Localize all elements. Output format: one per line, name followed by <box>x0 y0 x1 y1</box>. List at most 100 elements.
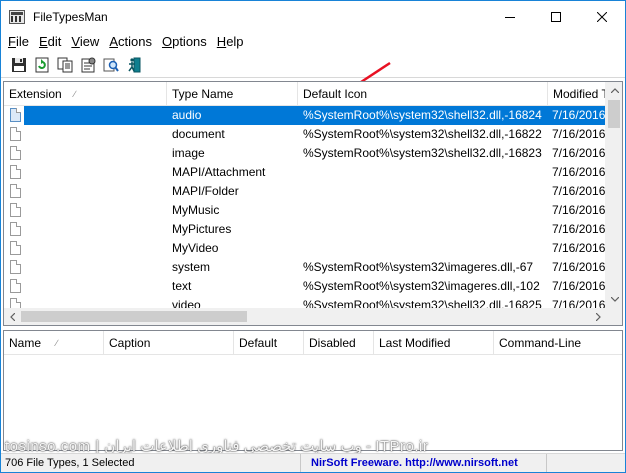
refresh-button[interactable] <box>30 54 53 76</box>
menu-help[interactable]: Help <box>212 32 249 52</box>
col-header-extension-label: Extension <box>9 87 62 101</box>
col-header-type-name[interactable]: Type Name <box>167 82 298 106</box>
find-icon <box>103 58 119 72</box>
minimize-button[interactable] <box>487 1 533 32</box>
exit-button[interactable] <box>122 54 145 76</box>
scroll-up-icon[interactable] <box>606 82 622 99</box>
col-header-default-icon[interactable]: Default Icon <box>298 82 548 106</box>
vertical-scroll-thumb[interactable] <box>608 100 620 128</box>
menu-actions[interactable]: Actions <box>104 32 157 52</box>
table-row[interactable]: text %SystemRoot%\system32\imageres.dll,-… <box>4 277 622 296</box>
save-button[interactable] <box>7 54 30 76</box>
table-row[interactable]: MAPI/Attachment 7/16/2016 <box>4 163 622 182</box>
cell-type-name: text <box>172 279 192 293</box>
cell-type-name: MyPictures <box>172 222 232 236</box>
col-header-disabled[interactable]: Disabled <box>304 331 374 355</box>
table-row[interactable]: MyPictures 7/16/2016 <box>4 220 622 239</box>
cell-modified: 7/16/2016 <box>552 222 606 236</box>
file-type-icon <box>10 222 21 236</box>
file-types-list[interactable]: Extension ∕ Type Name Default Icon Modifi… <box>3 81 623 326</box>
cell-default-icon: %SystemRoot%\system32\imageres.dll,-67 <box>303 260 534 274</box>
file-type-icon <box>10 260 21 274</box>
table-row[interactable]: MAPI/Folder 7/16/2016 <box>4 182 622 201</box>
cell-extension <box>26 277 166 296</box>
actions-header: Name ∕ Caption Default Disabled Last Modi… <box>4 331 622 355</box>
col-header-caption[interactable]: Caption <box>104 331 234 355</box>
table-row[interactable]: document %SystemRoot%\system32\shell32.dl… <box>4 125 622 144</box>
cell-default-icon: %SystemRoot%\system32\shell32.dll,-16824 <box>303 108 542 122</box>
window-title: FileTypesMan <box>33 9 108 24</box>
col-header-command-line-label: Command-Line <box>499 336 582 350</box>
file-types-header: Extension ∕ Type Name Default Icon Modifi… <box>4 82 622 106</box>
menu-help-accel: H <box>216 34 227 49</box>
window-controls <box>487 1 625 32</box>
cell-type-name: MAPI/Folder <box>172 184 239 198</box>
file-type-icon <box>10 127 21 141</box>
menu-file[interactable]: File <box>3 32 34 52</box>
title-bar[interactable]: FileTypesMan <box>1 1 625 32</box>
col-header-name[interactable]: Name ∕ <box>4 331 104 355</box>
properties-button[interactable] <box>76 54 99 76</box>
cell-extension <box>26 220 166 239</box>
cell-type-name: image <box>172 146 205 160</box>
app-icon <box>9 9 25 24</box>
col-header-type-name-label: Type Name <box>172 87 234 101</box>
actions-list[interactable]: Name ∕ Caption Default Disabled Last Modi… <box>3 330 623 451</box>
cell-default-icon <box>303 182 547 201</box>
cell-type-name: MyMusic <box>172 203 220 217</box>
horizontal-scrollbar[interactable] <box>4 308 607 325</box>
file-type-icon <box>10 108 21 122</box>
nirsoft-link[interactable]: NirSoft Freeware. http://www.nirsoft.net <box>301 454 547 472</box>
maximize-button[interactable] <box>533 1 579 32</box>
horizontal-scroll-thumb[interactable] <box>21 311 247 322</box>
file-type-icon <box>10 203 21 217</box>
scroll-left-icon[interactable] <box>4 308 21 325</box>
status-empty <box>547 454 625 472</box>
copy-button[interactable] <box>53 54 76 76</box>
cell-extension <box>26 182 166 201</box>
table-row[interactable]: MyVideo 7/16/2016 <box>4 239 622 258</box>
col-header-disabled-label: Disabled <box>309 336 356 350</box>
close-icon <box>597 11 607 22</box>
scroll-down-icon[interactable] <box>606 291 622 308</box>
cell-default-icon <box>303 201 547 220</box>
menu-edit[interactable]: Edit <box>34 32 66 52</box>
col-header-default[interactable]: Default <box>234 331 304 355</box>
save-icon <box>11 57 26 72</box>
menu-edit-label: dit <box>47 34 62 49</box>
close-button[interactable] <box>579 1 625 32</box>
file-type-icon <box>10 184 21 198</box>
menu-bar: File Edit View Actions Options Help <box>1 32 625 52</box>
menu-actions-accel: A <box>109 34 118 49</box>
menu-file-label: ile <box>15 34 29 49</box>
col-header-command-line[interactable]: Command-Line <box>494 331 622 355</box>
table-row[interactable]: MyMusic 7/16/2016 <box>4 201 622 220</box>
app-window: FileTypesMan File Edit View Actions Opti… <box>0 0 626 473</box>
table-row[interactable]: system %SystemRoot%\system32\imageres.dll… <box>4 258 622 277</box>
file-type-icon <box>10 279 21 293</box>
menu-help-label: elp <box>226 34 244 49</box>
menu-options[interactable]: Options <box>157 32 212 52</box>
file-type-icon <box>10 165 21 179</box>
cell-extension <box>26 239 166 258</box>
cell-default-icon: %SystemRoot%\system32\imageres.dll,-102 <box>303 279 540 293</box>
cell-type-name: audio <box>172 108 202 122</box>
col-header-extension[interactable]: Extension ∕ <box>4 82 167 106</box>
menu-view[interactable]: View <box>66 32 104 52</box>
cell-modified: 7/16/2016 <box>552 127 606 141</box>
cell-extension <box>26 125 166 144</box>
toolbar <box>1 52 625 78</box>
table-row[interactable]: audio %SystemRoot%\system32\shell32.dll,-… <box>4 106 622 125</box>
refresh-icon <box>35 57 48 72</box>
cell-modified: 7/16/2016 <box>552 279 606 293</box>
menu-options-label: ptions <box>172 34 207 49</box>
cell-default-icon: %SystemRoot%\system32\shell32.dll,-16822 <box>303 127 542 141</box>
col-header-last-modified[interactable]: Last Modified <box>374 331 494 355</box>
maximize-icon <box>551 11 561 22</box>
table-row[interactable]: image %SystemRoot%\system32\shell32.dll,-… <box>4 144 622 163</box>
sort-indicator-icon: ∕ <box>74 89 76 99</box>
cell-extension <box>26 201 166 220</box>
find-button[interactable] <box>99 54 122 76</box>
vertical-scrollbar[interactable] <box>605 82 622 308</box>
col-header-default-icon-label: Default Icon <box>303 87 368 101</box>
